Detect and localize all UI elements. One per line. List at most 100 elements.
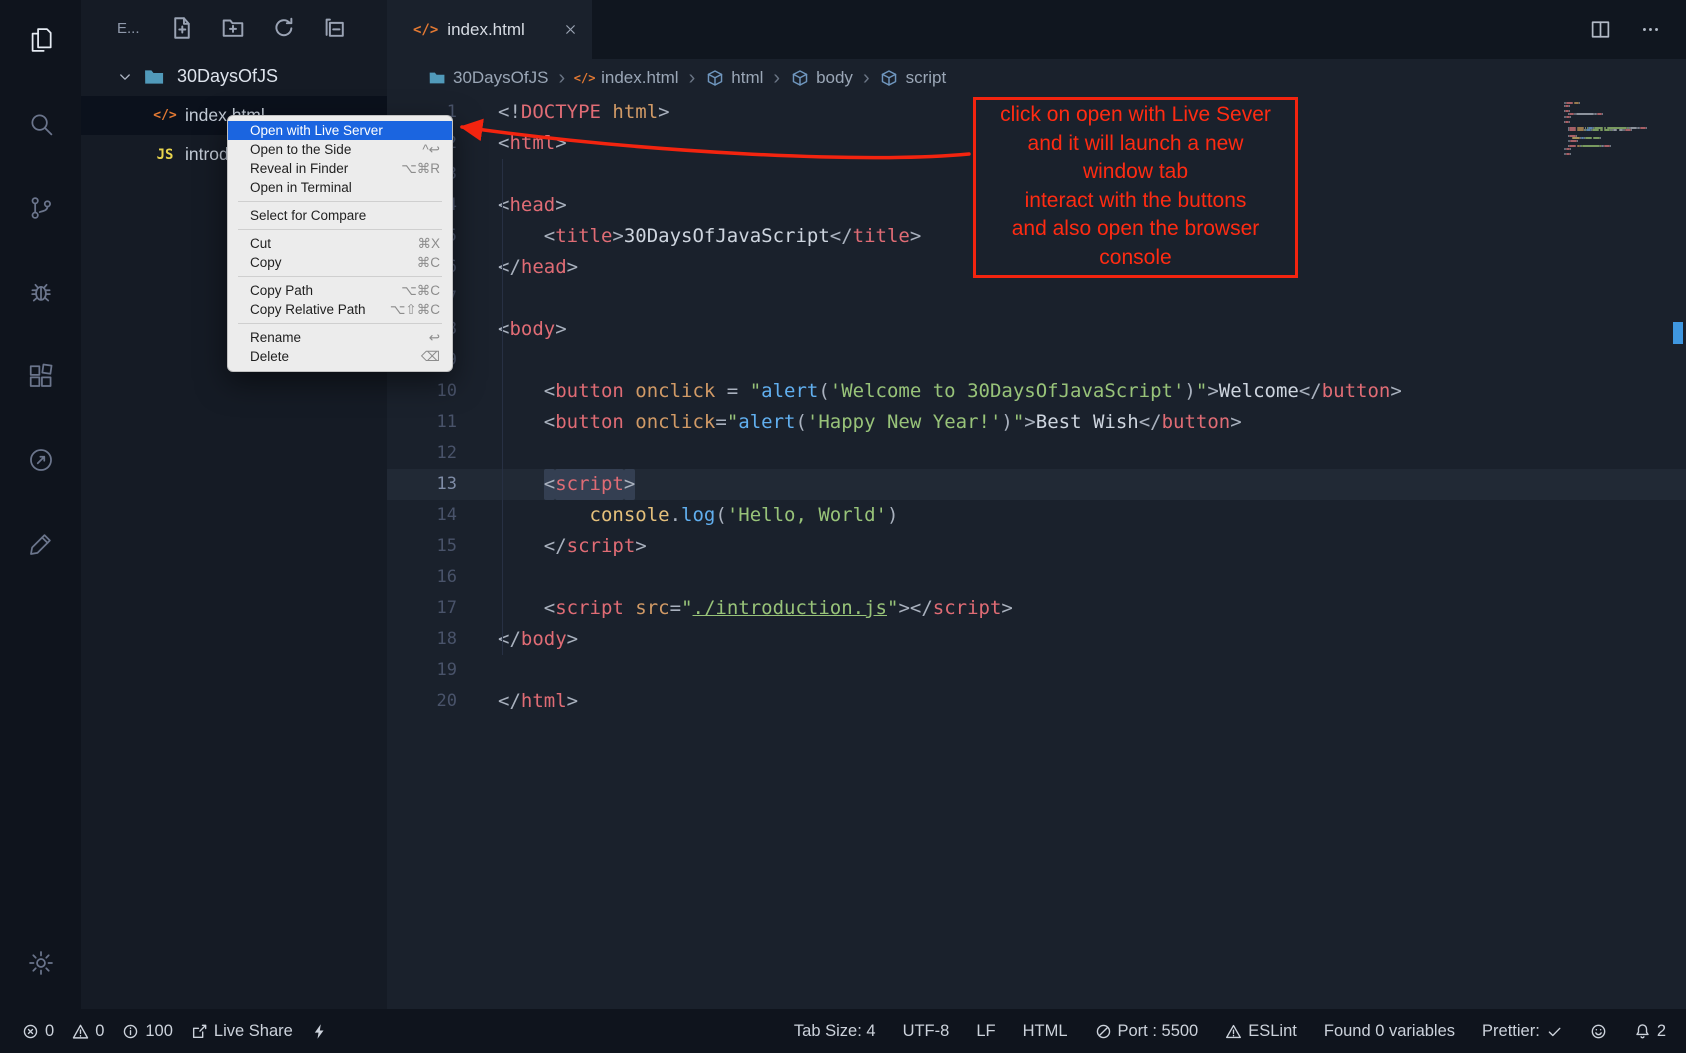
menu-item-select-for-compare[interactable]: Select for Compare [228, 206, 452, 225]
code-line-9[interactable]: 9 [387, 345, 1686, 376]
code-line-14[interactable]: 14 console.log('Hello, World') [387, 500, 1686, 531]
status-100[interactable]: 100 [122, 1022, 173, 1041]
breadcrumb-30daysofjs[interactable]: 30DaysOfJS [427, 68, 548, 88]
minimap[interactable] [1564, 102, 1656, 156]
line-number[interactable]: 18 [387, 624, 465, 655]
code-line-15[interactable]: 15 </script> [387, 531, 1686, 562]
line-number[interactable]: 20 [387, 686, 465, 717]
split-editor-icon[interactable] [1590, 19, 1612, 41]
breadcrumb-separator: › [558, 67, 565, 90]
code-line-8[interactable]: 8<body> [387, 314, 1686, 345]
folder-root-30daysofjs[interactable]: 30DaysOfJS [81, 57, 387, 96]
debug-icon[interactable] [17, 268, 65, 316]
menu-item-label: Reveal in Finder [250, 159, 348, 178]
menu-item-copy-path[interactable]: Copy Path⌥⌘C [228, 281, 452, 300]
breadcrumb-body[interactable]: body [790, 68, 853, 88]
code-line-12[interactable]: 12 [387, 438, 1686, 469]
code-line-content [465, 159, 498, 190]
status-bar-left: 00 100 Live Share [22, 1022, 328, 1041]
line-number[interactable]: 15 [387, 531, 465, 562]
code-line-10[interactable]: 10 <button onclick = "alert('Welcome to … [387, 376, 1686, 407]
extensions-icon[interactable] [17, 352, 65, 400]
menu-item-reveal-in-finder[interactable]: Reveal in Finder ⌥⌘R [228, 159, 452, 178]
activity-bar [0, 0, 81, 1009]
status-2[interactable]: 2 [1634, 1022, 1666, 1041]
menu-item-open-with-live-server[interactable]: Open with Live Server [228, 121, 452, 140]
code-line-content: <script src="./introduction.js"></script… [465, 593, 1013, 624]
status-label: 2 [1657, 1022, 1666, 1041]
live-share-icon[interactable] [17, 436, 65, 484]
breadcrumb-index-html[interactable]: </>index.html [575, 68, 678, 88]
status-bolt[interactable] [311, 1023, 328, 1040]
smiley-icon [1590, 1023, 1607, 1040]
source-control-icon[interactable] [17, 184, 65, 232]
code-line-content: <button onclick="alert('Happy New Year!'… [465, 407, 1242, 438]
line-number[interactable]: 16 [387, 562, 465, 593]
folder-name: 30DaysOfJS [177, 66, 278, 87]
line-number[interactable]: 14 [387, 500, 465, 531]
status-0[interactable]: 0 [72, 1022, 104, 1041]
code-line-19[interactable]: 19 [387, 655, 1686, 686]
status-prettier[interactable]: Prettier: [1482, 1022, 1563, 1041]
line-number[interactable]: 19 [387, 655, 465, 686]
menu-item-rename[interactable]: Rename↩ [228, 328, 452, 347]
menu-item-cut[interactable]: Cut⌘X [228, 234, 452, 253]
line-number[interactable]: 10 [387, 376, 465, 407]
status-label: UTF-8 [903, 1022, 950, 1041]
more-actions-icon[interactable] [1640, 19, 1662, 41]
code-line-13[interactable]: 13 <script> [387, 469, 1686, 500]
code-line-16[interactable]: 16 [387, 562, 1686, 593]
line-number[interactable]: 17 [387, 593, 465, 624]
refresh-icon[interactable] [272, 16, 298, 42]
close-tab-icon[interactable] [560, 20, 580, 40]
editor-actions [1590, 0, 1686, 59]
menu-item-open-in-terminal[interactable]: Open in Terminal [228, 178, 452, 197]
line-number[interactable]: 12 [387, 438, 465, 469]
code-line-content: </script> [465, 531, 647, 562]
status-lf[interactable]: LF [976, 1022, 995, 1041]
code-line-17[interactable]: 17 <script src="./introduction.js"></scr… [387, 593, 1686, 624]
breadcrumb-html[interactable]: html [705, 68, 763, 88]
code-line-7[interactable]: 7 [387, 283, 1686, 314]
new-folder-icon[interactable] [221, 16, 247, 42]
eslint-tri-icon [1225, 1023, 1242, 1040]
status-live-share[interactable]: Live Share [191, 1022, 293, 1041]
status-0[interactable]: 0 [22, 1022, 54, 1041]
status-html[interactable]: HTML [1023, 1022, 1068, 1041]
code-line-18[interactable]: 18</body> [387, 624, 1686, 655]
line-number[interactable]: 11 [387, 407, 465, 438]
activity-bar-top [17, 16, 65, 568]
search-icon[interactable] [17, 100, 65, 148]
files-icon[interactable] [17, 16, 65, 64]
new-file-icon[interactable] [170, 16, 196, 42]
settings-gear-icon[interactable] [17, 939, 65, 987]
menu-item-shortcut: ⌥⌘R [401, 159, 440, 178]
annotation-line: console [1099, 244, 1171, 273]
breadcrumb-label: index.html [601, 68, 678, 88]
breadcrumb-script[interactable]: script [880, 68, 947, 88]
status-found-0-variables[interactable]: Found 0 variables [1324, 1022, 1455, 1041]
status-utf-8[interactable]: UTF-8 [903, 1022, 950, 1041]
menu-item-copy-relative-path[interactable]: Copy Relative Path⌥⇧⌘C [228, 300, 452, 319]
status-port-5500[interactable]: Port : 5500 [1095, 1022, 1199, 1041]
explorer-title: E... [117, 20, 140, 37]
line-number[interactable]: 13 [387, 469, 465, 500]
code-line-content: </head> [465, 252, 578, 283]
chevron-down-icon [117, 69, 133, 85]
collapse-all-icon[interactable] [323, 16, 349, 42]
menu-item-copy[interactable]: Copy⌘C [228, 253, 452, 272]
status-eslint[interactable]: ESLint [1225, 1022, 1297, 1041]
menu-item-shortcut: ⌥⇧⌘C [390, 300, 440, 319]
status-smiley[interactable] [1590, 1023, 1607, 1040]
write-icon[interactable] [17, 520, 65, 568]
menu-item-label: Select for Compare [250, 206, 366, 225]
menu-item-delete[interactable]: Delete⌫ [228, 347, 452, 366]
code-line-20[interactable]: 20</html> [387, 686, 1686, 717]
code-line-11[interactable]: 11 <button onclick="alert('Happy New Yea… [387, 407, 1686, 438]
menu-separator [238, 323, 442, 324]
menu-item-open-to-the-side[interactable]: Open to the Side^↩ [228, 140, 452, 159]
code-line-content: <head> [465, 190, 567, 221]
status-label: LF [976, 1022, 995, 1041]
status-tab-size-4[interactable]: Tab Size: 4 [794, 1022, 876, 1041]
tab-index-html[interactable]: </> index.html [387, 0, 592, 59]
